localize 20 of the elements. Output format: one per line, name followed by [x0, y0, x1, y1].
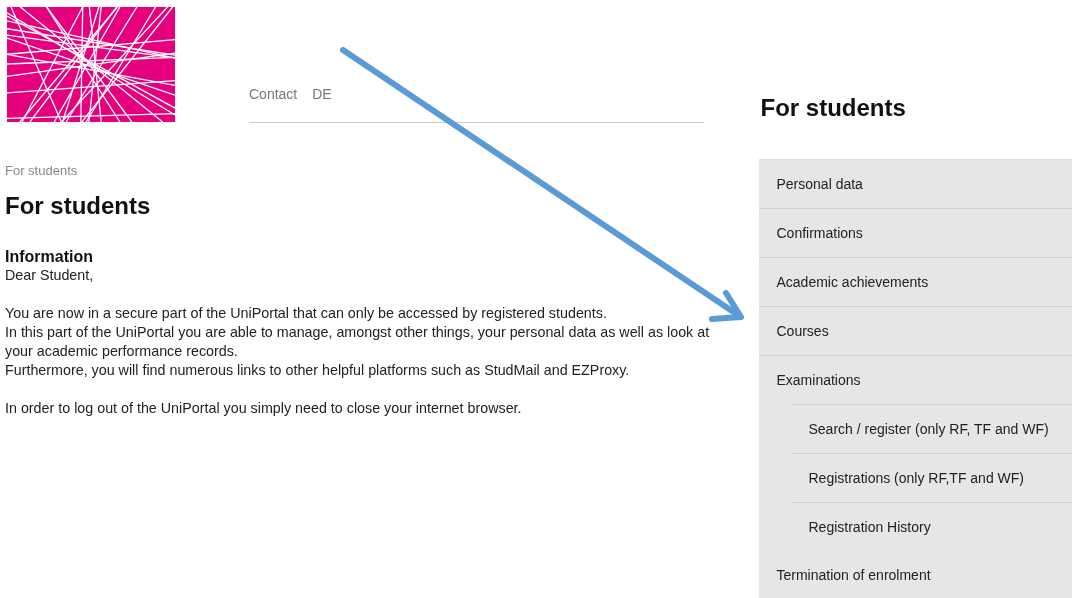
page-title: For students — [5, 192, 152, 220]
nav-link[interactable]: DE — [312, 86, 332, 102]
menu-item[interactable]: Confirmations — [758, 209, 1072, 258]
sidebar-title: For students — [760, 94, 907, 123]
nav-link[interactable]: Contact — [249, 86, 298, 102]
paragraph: In order to log out of the UniPortal you simply need to close your internet browser. — [5, 399, 523, 418]
menu-item[interactable]: Examinations — [758, 356, 1072, 404]
submenu-item[interactable]: Registration History — [790, 502, 1072, 551]
menu-item[interactable]: Academic achievements — [758, 258, 1072, 307]
section-heading: Information — [5, 248, 94, 266]
greeting-text: Dear Student, — [5, 266, 95, 285]
menu-item[interactable]: Personal data — [758, 160, 1072, 209]
paragraph: In this part of the UniPortal you are able to manage, amongst other things, your personal data as well as look at your academic performance records. — [5, 323, 710, 361]
submenu-item[interactable]: Search / register (only RF, TF and WF) — [790, 404, 1072, 453]
menu-item[interactable]: Courses — [758, 307, 1072, 356]
paragraph: You are now in a secure part of the UniPortal that can only be accessed by registered students. — [5, 304, 608, 323]
breadcrumb: For students — [5, 163, 79, 178]
paragraph: Furthermore, you will find numerous links to other helpful platforms such as StudMail and EZProxy. — [5, 361, 631, 380]
menu-item[interactable]: Termination of enrolment — [758, 551, 1072, 598]
submenu-item[interactable]: Registrations (only RF,TF and WF) — [790, 453, 1072, 502]
